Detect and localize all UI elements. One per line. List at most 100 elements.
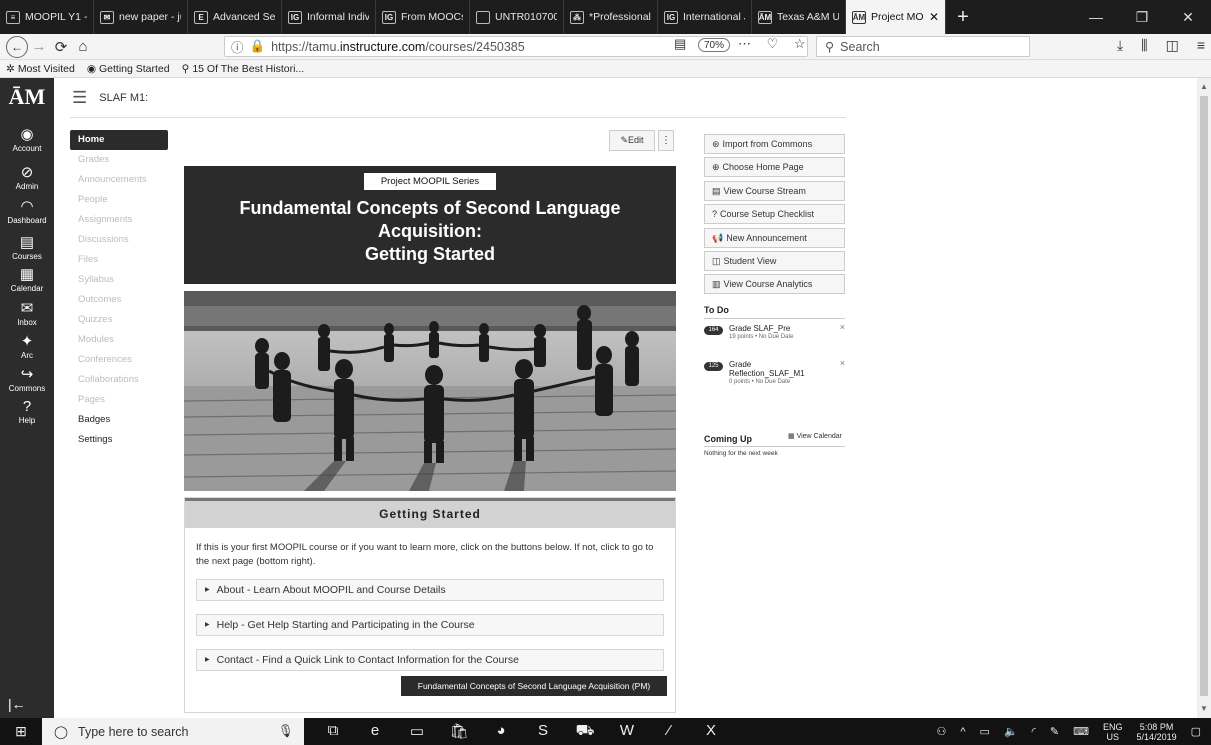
collapse-nav-icon[interactable]: |← xyxy=(8,696,26,712)
keyboard-icon[interactable]: ⌨ xyxy=(1073,725,1089,738)
taskbar-app-icon[interactable]: e xyxy=(364,722,386,741)
info-icon[interactable]: ⓘ xyxy=(231,37,244,56)
taskbar-app-icon[interactable]: W xyxy=(616,722,638,741)
new-tab-icon[interactable]: + xyxy=(946,0,980,34)
sidebar-button-choose-home-page[interactable]: ⊕ Choose Home Page xyxy=(704,157,845,177)
people-icon[interactable]: ⚇ xyxy=(937,725,947,738)
global-nav-admin[interactable]: ⊘ Admin xyxy=(0,164,54,191)
bookmark-item[interactable]: ◉ Getting Started xyxy=(87,63,170,75)
reader-view-icon[interactable]: ▤ xyxy=(674,36,692,52)
edit-button[interactable]: ✎Edit xyxy=(609,130,655,151)
todo-title[interactable]: Grade Reflection_SLAF_M1 xyxy=(729,360,829,378)
sidebar-button-new-announcement[interactable]: 📢 New Announcement xyxy=(704,228,845,248)
global-nav-account[interactable]: ◉ Account xyxy=(0,126,54,153)
browser-tab[interactable]: E Advanced Sear xyxy=(188,0,282,34)
browser-tab[interactable]: ⁂ *Professional D xyxy=(564,0,658,34)
notifications-icon[interactable]: ▢ xyxy=(1191,725,1201,738)
home-icon[interactable]: ⌂ xyxy=(72,36,94,58)
restore-icon[interactable]: ❐ xyxy=(1119,0,1165,34)
accordion-contact[interactable]: ▶ Contact - Find a Quick Link to Contact … xyxy=(196,649,664,671)
microphone-icon[interactable]: 🎙 xyxy=(278,724,294,739)
global-nav-courses[interactable]: ▤ Courses xyxy=(0,234,54,261)
global-nav-help[interactable]: ? Help xyxy=(0,398,54,425)
global-nav-commons[interactable]: ↪ Commons xyxy=(0,366,54,393)
network-icon[interactable]: ◜ xyxy=(1032,725,1036,738)
menu-icon[interactable]: ≡ xyxy=(1197,37,1205,54)
taskbar-app-icon[interactable]: ▭ xyxy=(406,722,428,741)
course-nav-home[interactable]: Home xyxy=(70,130,168,150)
browser-tab[interactable]: UNTR01070028.pdf xyxy=(470,0,564,34)
course-nav-badges[interactable]: Badges xyxy=(70,410,168,430)
todo-title[interactable]: Grade SLAF_Pre xyxy=(729,324,829,333)
close-icon[interactable]: ✕ xyxy=(929,10,939,24)
scroll-down-icon[interactable]: ▼ xyxy=(1200,704,1208,713)
scrollbar[interactable]: ▲ ▼ xyxy=(1197,78,1211,718)
sidebar-icon[interactable]: ◫ xyxy=(1166,37,1179,54)
course-nav-assignments[interactable]: Assignments xyxy=(70,210,168,230)
battery-icon[interactable]: ▭ xyxy=(980,725,990,738)
view-calendar-link[interactable]: ▦ View Calendar xyxy=(788,432,842,440)
dismiss-icon[interactable]: × xyxy=(840,322,845,332)
course-nav-grades[interactable]: Grades xyxy=(70,150,168,170)
sidebar-button-import-from-commons[interactable]: ⊛ Import from Commons xyxy=(704,134,845,154)
reload-icon[interactable]: ⟳ xyxy=(50,36,72,58)
course-nav-conferences[interactable]: Conferences xyxy=(70,350,168,370)
course-nav-announcements[interactable]: Announcements xyxy=(70,170,168,190)
browser-tab[interactable]: IG International Jo xyxy=(658,0,752,34)
zoom-level[interactable]: 70% xyxy=(698,38,731,52)
volume-icon[interactable]: 🔈 xyxy=(1004,725,1018,738)
library-icon[interactable]: ⫼ xyxy=(1141,37,1147,54)
accordion-about[interactable]: ▶ About - Learn About MOOPIL and Course D… xyxy=(196,579,664,601)
language-indicator[interactable]: ENG US xyxy=(1103,722,1123,742)
bookmark-item[interactable]: ✲ Most Visited xyxy=(6,63,75,75)
pen-icon[interactable]: ✎ xyxy=(1050,725,1059,738)
search-input[interactable]: ⚲ Search xyxy=(816,36,1030,57)
bookmark-item[interactable]: ⚲ 15 Of The Best Histori... xyxy=(182,63,305,75)
taskbar-app-icon[interactable]: ⛟ xyxy=(574,722,596,741)
browser-tab[interactable]: ĀM Texas A&M Un xyxy=(752,0,846,34)
dismiss-icon[interactable]: × xyxy=(840,358,845,368)
browser-tab-active[interactable]: ĀM Project MO( ✕ xyxy=(846,0,946,34)
taskbar-search-input[interactable]: ◯ Type here to search 🎙 xyxy=(42,718,304,745)
scroll-up-icon[interactable]: ▲ xyxy=(1200,82,1208,91)
browser-tab[interactable]: ≡ MOOPIL Y1 - G xyxy=(0,0,94,34)
sidebar-button-view-course-analytics[interactable]: ▥ View Course Analytics xyxy=(704,274,845,294)
more-options-button[interactable]: ⋮ xyxy=(658,130,674,151)
clock[interactable]: 5:08 PM 5/14/2019 xyxy=(1137,722,1177,742)
windows-start-icon[interactable]: ⊞ xyxy=(0,723,42,740)
page-actions-icons[interactable]: ⋯ ♡ ☆ xyxy=(738,36,812,52)
scrollbar-thumb[interactable] xyxy=(1200,96,1208,696)
taskbar-app-icon[interactable]: 🛍 xyxy=(448,722,470,741)
taskbar-app-icon[interactable]: S xyxy=(532,722,554,741)
taskbar-app-icon[interactable]: ⧉ xyxy=(322,722,344,741)
browser-tab[interactable]: IG Informal Indivic xyxy=(282,0,376,34)
forward-arrow-icon[interactable]: → xyxy=(28,36,50,58)
global-nav-dashboard[interactable]: ◠ Dashboard xyxy=(0,198,54,225)
hamburger-icon[interactable]: ☰ xyxy=(72,88,87,108)
minimize-icon[interactable]: — xyxy=(1073,0,1119,34)
course-nav-people[interactable]: People xyxy=(70,190,168,210)
global-nav-calendar[interactable]: ▦ Calendar xyxy=(0,266,54,293)
taskbar-app-icon[interactable]: ◕ xyxy=(490,722,512,741)
course-nav-files[interactable]: Files xyxy=(70,250,168,270)
sidebar-button-student-view[interactable]: ◫ Student View xyxy=(704,251,845,271)
course-nav-collaborations[interactable]: Collaborations xyxy=(70,370,168,390)
tray-expand-icon[interactable]: ^ xyxy=(960,726,965,738)
course-nav-discussions[interactable]: Discussions xyxy=(70,230,168,250)
sidebar-button-course-setup-checklist[interactable]: ? Course Setup Checklist xyxy=(704,204,845,224)
course-nav-settings[interactable]: Settings xyxy=(70,430,168,450)
tamu-logo[interactable]: ĀM xyxy=(8,84,46,114)
course-nav-quizzes[interactable]: Quizzes xyxy=(70,310,168,330)
global-nav-inbox[interactable]: ✉ Inbox xyxy=(0,300,54,327)
browser-tab[interactable]: IG From MOOCs t xyxy=(376,0,470,34)
close-window-icon[interactable]: ✕ xyxy=(1165,0,1211,34)
download-icon[interactable]: ⤓ xyxy=(1117,37,1123,54)
browser-tab[interactable]: ✉ new paper - jul xyxy=(94,0,188,34)
sidebar-button-view-course-stream[interactable]: ▤ View Course Stream xyxy=(704,181,845,201)
course-nav-modules[interactable]: Modules xyxy=(70,330,168,350)
taskbar-app-icon[interactable]: X xyxy=(700,722,722,741)
next-page-button[interactable]: Fundamental Concepts of Second Language … xyxy=(401,676,667,696)
course-nav-outcomes[interactable]: Outcomes xyxy=(70,290,168,310)
taskbar-app-icon[interactable]: ⁄ xyxy=(658,722,680,741)
course-nav-syllabus[interactable]: Syllabus xyxy=(70,270,168,290)
